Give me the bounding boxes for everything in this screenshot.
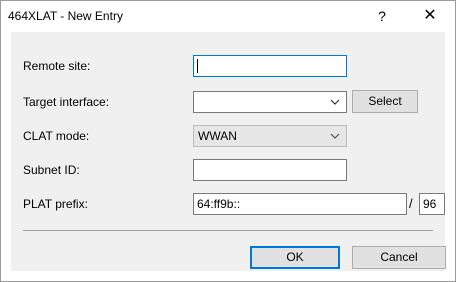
chevron-down-icon [330, 99, 340, 105]
remote-site-input[interactable] [193, 55, 347, 77]
select-button[interactable]: Select [352, 90, 418, 113]
separator-line [23, 230, 433, 231]
clat-mode-value: WWAN [198, 129, 237, 143]
close-button[interactable]: ✕ [405, 1, 455, 31]
window-title: 464XLAT - New Entry [8, 9, 123, 23]
target-interface-label: Target interface: [23, 95, 110, 109]
title-bar: 464XLAT - New Entry ? ✕ [1, 1, 455, 31]
clat-mode-combo[interactable]: WWAN [193, 125, 347, 147]
dialog-window: 464XLAT - New Entry ? ✕ Remote site: Tar… [0, 0, 456, 282]
ok-button[interactable]: OK [250, 246, 340, 269]
plat-prefix-input[interactable]: 64:ff9b:: [193, 193, 407, 215]
dialog-body: Remote site: Target interface: Select CL… [11, 32, 446, 271]
chevron-down-icon [330, 133, 340, 139]
plat-prefix-value: 64:ff9b:: [197, 197, 241, 211]
prefix-separator: / [409, 196, 413, 211]
prefix-length-value: 96 [423, 197, 437, 211]
subnet-id-label: Subnet ID: [23, 163, 80, 177]
subnet-id-input[interactable] [193, 159, 347, 181]
plat-prefix-label: PLAT prefix: [23, 197, 88, 211]
clat-mode-label: CLAT mode: [23, 129, 90, 143]
remote-site-label: Remote site: [23, 59, 91, 73]
text-caret [197, 58, 198, 73]
help-button[interactable]: ? [359, 1, 405, 31]
prefix-length-input[interactable]: 96 [419, 193, 445, 215]
select-button-label: Select [368, 94, 402, 108]
target-interface-combo[interactable] [193, 91, 347, 113]
cancel-button[interactable]: Cancel [352, 246, 446, 269]
